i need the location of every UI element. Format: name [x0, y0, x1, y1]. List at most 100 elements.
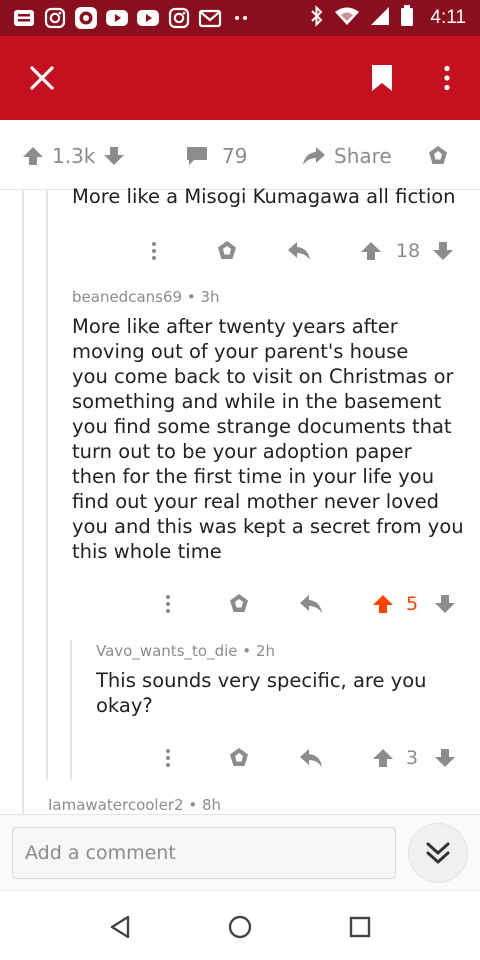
share-icon — [303, 147, 325, 165]
comment-line: you come back to visit on Christmas or — [72, 365, 454, 388]
comment-score: 18 — [395, 240, 421, 262]
comment-author[interactable]: Vavo_wants_to_die — [96, 642, 237, 660]
comment-upvote-button[interactable] — [358, 236, 384, 266]
comment-line: find out your real mother never loved — [72, 490, 440, 513]
award-icon — [230, 594, 248, 612]
award-button[interactable] — [426, 142, 450, 170]
youtube-icon — [105, 7, 129, 29]
comment-score: 5 — [405, 593, 419, 615]
comment-downvote-button[interactable] — [432, 743, 458, 773]
upvote-icon — [361, 242, 381, 260]
more-vertical-icon — [152, 242, 156, 260]
close-button[interactable] — [20, 56, 64, 100]
upvote-icon[interactable] — [22, 145, 44, 167]
home-button[interactable] — [220, 907, 260, 947]
comment-score: 3 — [405, 747, 419, 769]
more-vertical-icon — [166, 749, 170, 767]
comment-icon — [187, 147, 207, 165]
more-vertical-icon — [166, 595, 170, 613]
comment-award-button[interactable] — [224, 589, 254, 619]
upvote-icon — [373, 749, 393, 767]
post-score: 1.3k — [52, 144, 96, 168]
thread-line-outer[interactable] — [22, 190, 24, 814]
gmail-icon — [198, 7, 222, 29]
award-icon — [218, 241, 236, 259]
comment-more-button[interactable] — [154, 743, 182, 773]
comment-age: 8h — [201, 796, 222, 814]
back-button[interactable] — [100, 907, 140, 947]
recents-button[interactable] — [340, 907, 380, 947]
comment-more-button[interactable] — [154, 589, 182, 619]
comment-line: turn out to be your adoption paper — [72, 440, 412, 463]
comments-count-button[interactable]: 79 — [186, 142, 247, 170]
comment-meta: beanedcans69 • 3h — [72, 288, 220, 306]
meta-separator: • — [186, 288, 196, 306]
downvote-icon — [435, 749, 455, 767]
system-navigation-bar — [0, 890, 480, 960]
comment-line: moving out of your parent's house — [72, 340, 409, 363]
thread-line-parent[interactable] — [46, 190, 48, 780]
comment-actions: 3 — [154, 743, 470, 773]
comment-line: you find some strange documents that — [72, 415, 452, 438]
save-post-button[interactable] — [360, 56, 404, 100]
share-label: Share — [334, 144, 392, 168]
award-icon — [429, 146, 447, 164]
post-action-bar: 1.3k 79 Share — [0, 120, 480, 190]
battery-icon — [400, 5, 414, 31]
downvote-icon[interactable] — [103, 145, 125, 167]
status-bar: 4:11 — [0, 0, 480, 36]
double-chevron-down-icon — [426, 842, 450, 864]
reply-icon — [300, 595, 322, 613]
comment-line: okay? — [96, 694, 153, 717]
comment-line: More like after twenty years after — [72, 315, 398, 338]
comment-author[interactable]: beanedcans69 — [72, 288, 182, 306]
reply-button[interactable] — [296, 743, 326, 773]
award-icon — [230, 748, 248, 766]
close-icon — [30, 66, 54, 90]
back-triangle-icon — [110, 915, 130, 939]
comment-more-button[interactable] — [140, 236, 168, 266]
comment-line: you and this was kept a secret from you — [72, 515, 464, 538]
app-bar — [0, 36, 480, 120]
overflow-menu-icon — [444, 65, 450, 91]
comment-line: something and while in the basement — [72, 390, 442, 413]
reply-button[interactable] — [296, 589, 326, 619]
meta-separator: • — [242, 642, 252, 660]
comment-input[interactable] — [12, 827, 396, 879]
comment-award-button[interactable] — [224, 743, 254, 773]
comment-upvote-button[interactable] — [370, 743, 396, 773]
recents-square-icon — [349, 916, 371, 938]
comment-author[interactable]: Iamawatercooler2 — [48, 796, 184, 814]
comment-body: This sounds very specific, are you okay? — [96, 668, 472, 718]
post-vote-group: 1.3k — [22, 142, 125, 170]
downvote-icon — [435, 595, 455, 613]
comment-award-button[interactable] — [212, 236, 242, 266]
comment-age: 2h — [255, 642, 275, 660]
share-button[interactable]: Share — [302, 142, 392, 170]
bluetooth-icon — [310, 5, 324, 31]
wifi-icon — [334, 6, 360, 30]
youtube-icon — [136, 7, 160, 29]
comment-body: More like after twenty years after movin… — [72, 314, 476, 564]
instagram-icon — [167, 7, 191, 29]
overflow-menu-button[interactable] — [425, 56, 469, 100]
comment-actions: 18 — [140, 236, 470, 266]
add-comment-bar — [0, 814, 480, 890]
reply-icon — [288, 242, 310, 260]
comment-age: 3h — [200, 288, 220, 306]
instagram-icon — [43, 7, 67, 29]
comment-meta: Iamawatercooler2 • 8h — [48, 796, 221, 814]
comment-downvote-button[interactable] — [432, 589, 458, 619]
comment-meta: Vavo_wants_to_die • 2h — [96, 642, 275, 660]
comment-downvote-button[interactable] — [430, 236, 456, 266]
thread-line-reply[interactable] — [70, 640, 72, 780]
next-comment-button[interactable] — [408, 823, 468, 883]
comment-upvote-button[interactable] — [370, 589, 396, 619]
reply-button[interactable] — [284, 236, 314, 266]
more-dots-icon — [229, 7, 253, 29]
system-indicators: 4:11 — [310, 5, 466, 31]
signal-icon — [370, 6, 390, 30]
clock: 4:11 — [430, 7, 466, 28]
comment-line: then for the first time in your life you — [72, 465, 435, 488]
notification-icons — [12, 6, 253, 30]
